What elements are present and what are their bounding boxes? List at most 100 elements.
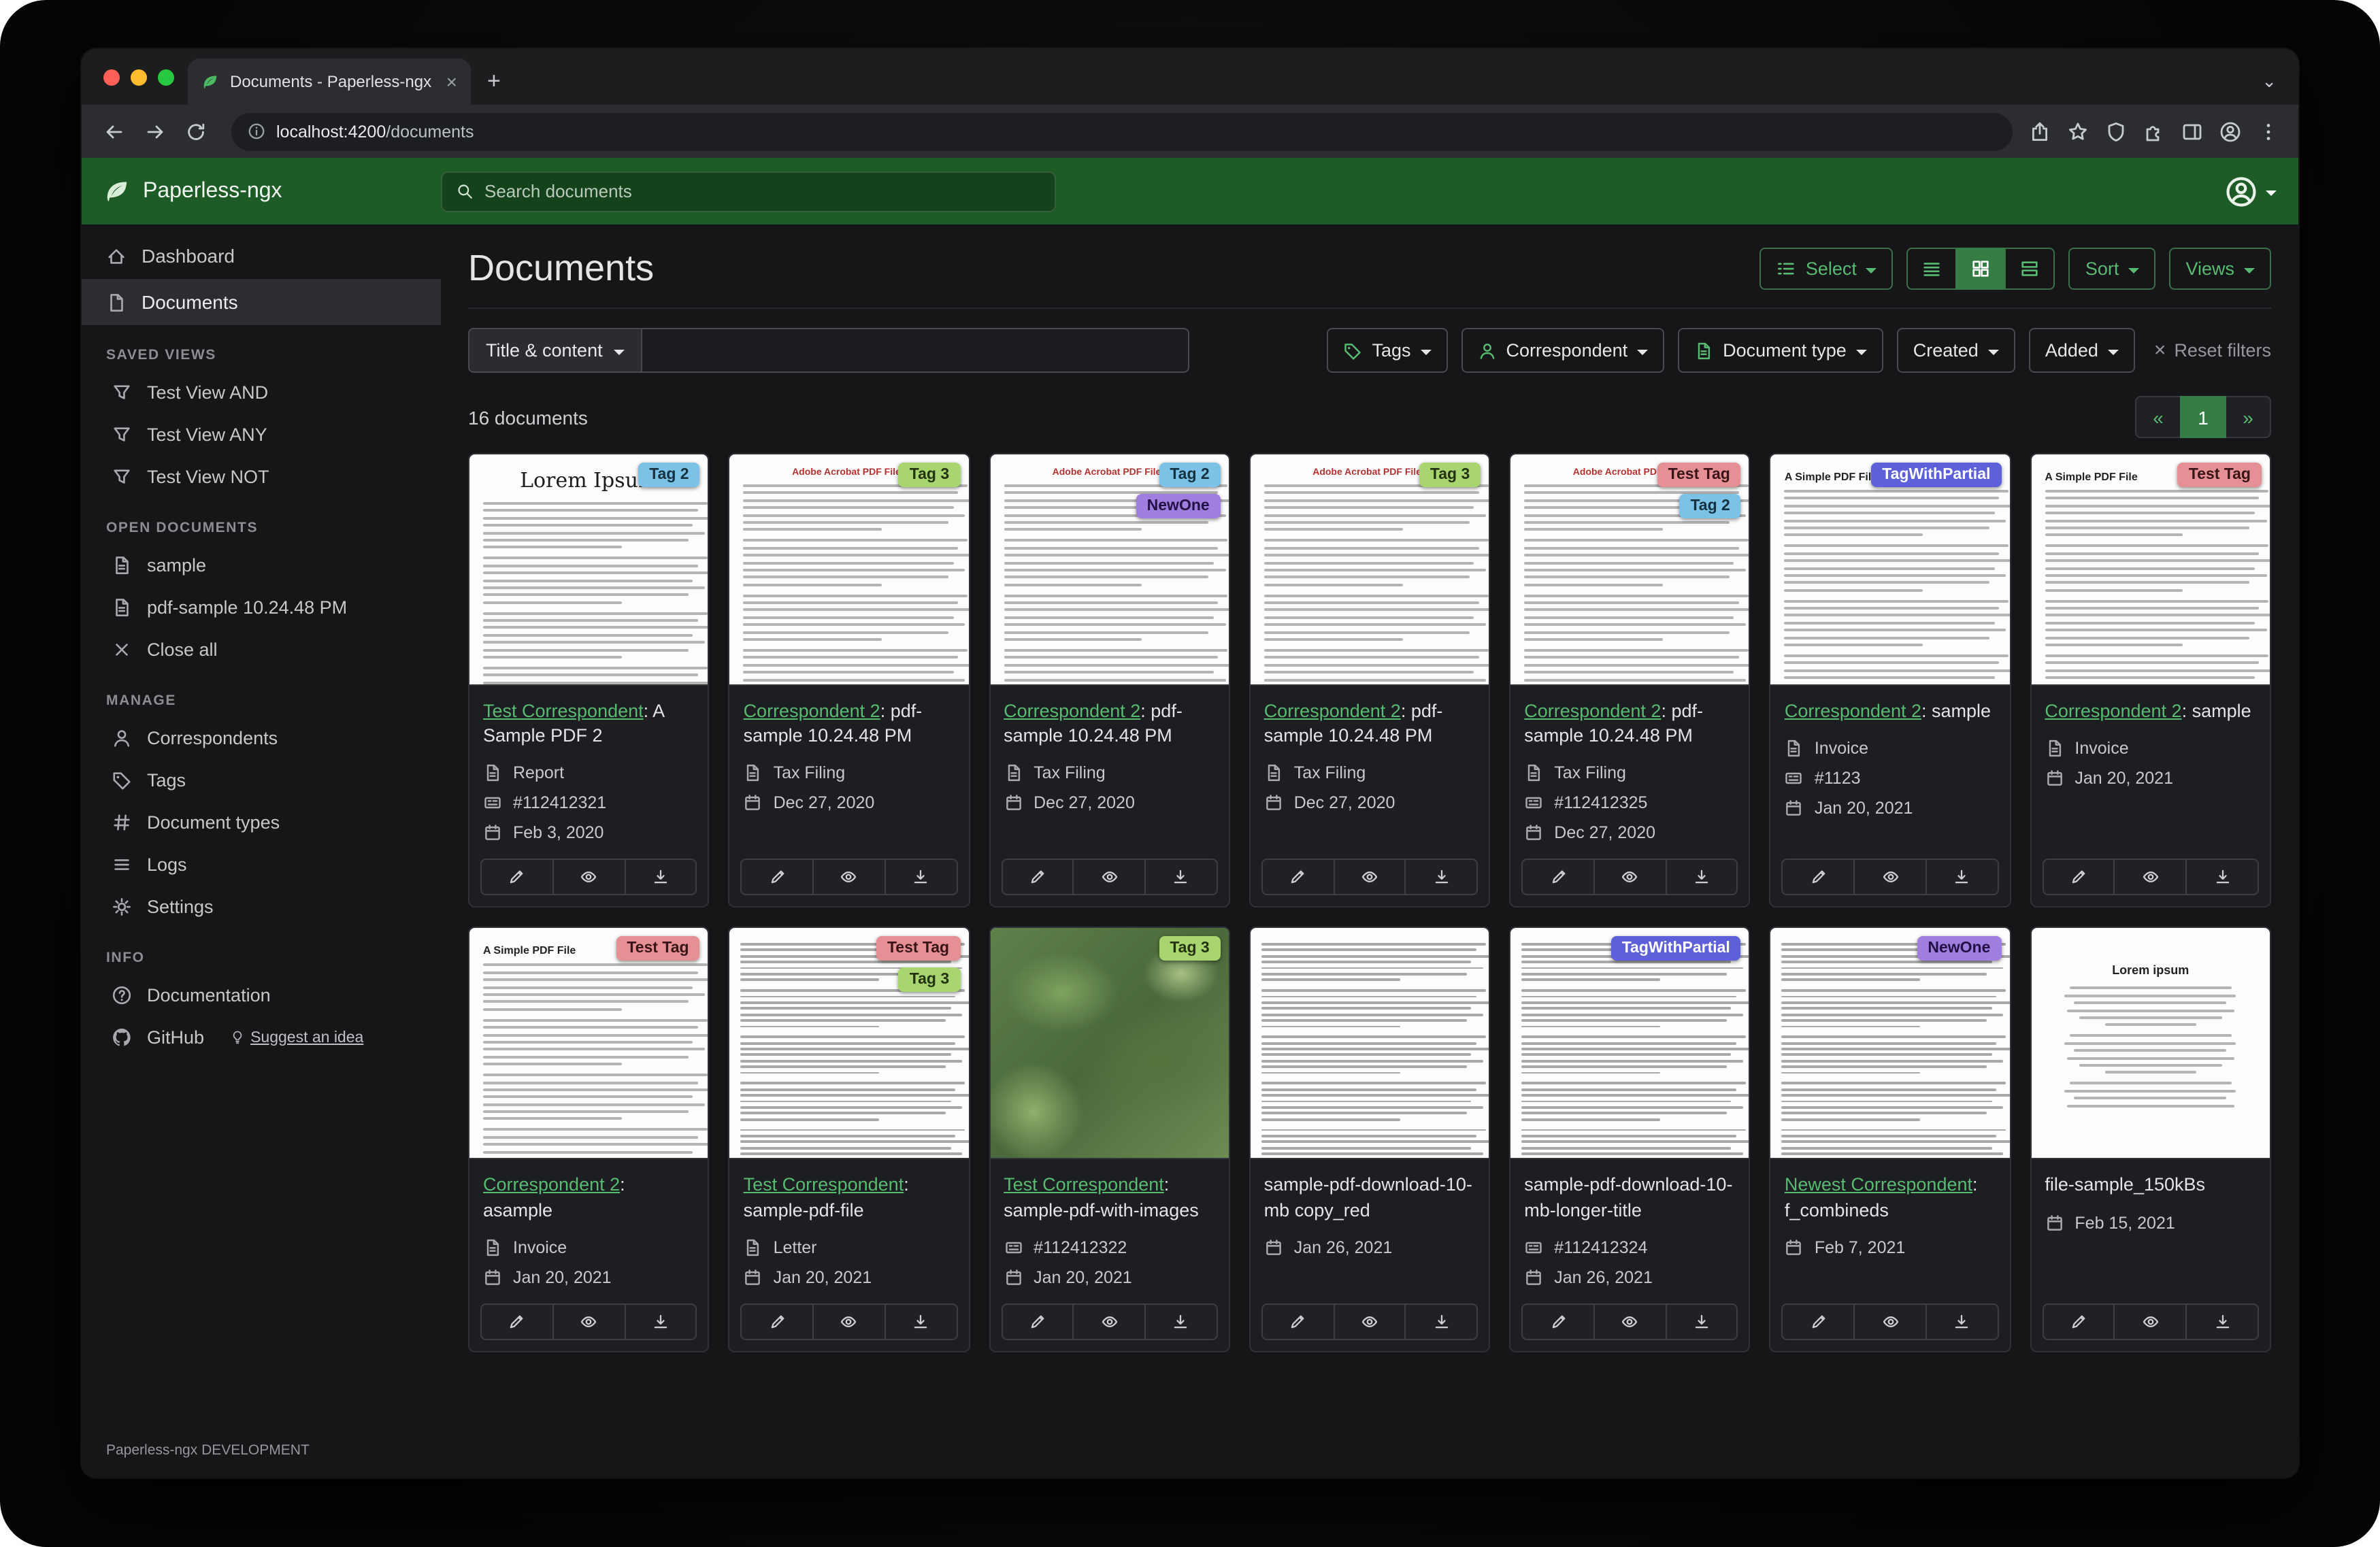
download-button[interactable]: [1665, 859, 1738, 896]
tag-badge[interactable]: Tag 2: [1679, 494, 1740, 518]
document-thumbnail[interactable]: Adobe Acrobat PDF FilesTest TagTag 2: [1510, 454, 1749, 686]
filter-document-type-button[interactable]: Document type: [1678, 328, 1883, 373]
download-button[interactable]: [624, 859, 697, 896]
document-title[interactable]: Correspondent 2: pdf-sample 10.24.48 PM: [1004, 699, 1215, 749]
reload-button[interactable]: [177, 112, 215, 150]
sidebar-item-documentation[interactable]: Documentation: [82, 974, 441, 1016]
document-title[interactable]: Newest Correspondent: f_combineds: [1785, 1174, 1996, 1223]
tag-badge[interactable]: NewOne: [1136, 494, 1221, 518]
edit-button[interactable]: [480, 1303, 554, 1340]
correspondent-link[interactable]: Correspondent 2: [2045, 701, 2181, 721]
preview-button[interactable]: [1333, 859, 1406, 896]
window-zoom-button[interactable]: [158, 69, 174, 85]
document-card[interactable]: Lorem ipsum file-sample_150kBs Feb 15, 2…: [2030, 927, 2271, 1352]
extensions-puzzle-icon[interactable]: [2143, 120, 2165, 142]
tag-badge[interactable]: Test Tag: [1657, 463, 1741, 487]
download-button[interactable]: [1144, 859, 1218, 896]
tag-badge[interactable]: NewOne: [1917, 937, 2001, 961]
browser-menu-dots-icon[interactable]: [2258, 120, 2279, 142]
document-thumbnail[interactable]: Tag 3: [990, 929, 1229, 1160]
edit-button[interactable]: [1521, 1303, 1595, 1340]
title-content-filter-input[interactable]: [642, 328, 1189, 373]
list-view-button[interactable]: [1907, 248, 1957, 290]
correspondent-link[interactable]: Correspondent 2: [1785, 701, 1921, 721]
sidebar-item-test-view-any[interactable]: Test View ANY: [82, 414, 441, 456]
download-button[interactable]: [885, 859, 958, 896]
preview-button[interactable]: [552, 859, 626, 896]
sidebar-item-dashboard[interactable]: Dashboard: [82, 233, 441, 279]
preview-button[interactable]: [1073, 1303, 1146, 1340]
tag-badge[interactable]: Tag 2: [1159, 463, 1220, 487]
reset-filters-button[interactable]: ×Reset filters: [2154, 340, 2271, 361]
preview-button[interactable]: [812, 1303, 886, 1340]
document-thumbnail[interactable]: Adobe Acrobat PDF FilesTag 3: [730, 454, 969, 686]
document-thumbnail[interactable]: Adobe Acrobat PDF FilesTag 3: [1251, 454, 1489, 686]
download-button[interactable]: [2185, 859, 2259, 896]
select-button[interactable]: Select: [1759, 248, 1894, 290]
document-title[interactable]: Test Correspondent: sample-pdf-with-imag…: [1004, 1174, 1215, 1223]
correspondent-link[interactable]: Test Correspondent: [1004, 1175, 1164, 1195]
document-title[interactable]: Correspondent 2: sample: [1785, 699, 1996, 724]
sidebar-item-github[interactable]: GitHubSuggest an idea: [82, 1016, 441, 1059]
preview-button[interactable]: [1333, 1303, 1406, 1340]
sort-button[interactable]: Sort: [2069, 248, 2156, 290]
tag-badge[interactable]: Tag 3: [899, 463, 960, 487]
site-info-icon[interactable]: [248, 122, 265, 140]
document-title[interactable]: Correspondent 2: pdf-sample 10.24.48 PM: [1264, 699, 1476, 749]
tag-badge[interactable]: TagWithPartial: [1611, 937, 1741, 961]
app-brand[interactable]: Paperless-ngx: [103, 178, 441, 205]
document-thumbnail[interactable]: Lorem ipsum: [2031, 929, 2270, 1160]
document-thumbnail[interactable]: A Simple PDF FileTagWithPartial: [1771, 454, 2010, 686]
sidebar-item-settings[interactable]: Settings: [82, 886, 441, 928]
preview-button[interactable]: [812, 859, 886, 896]
browser-profile-avatar[interactable]: [2219, 120, 2241, 142]
correspondent-link[interactable]: Correspondent 2: [1004, 701, 1140, 721]
filter-created-button[interactable]: Created: [1897, 328, 2015, 373]
document-thumbnail[interactable]: Adobe Acrobat PDF FilesTag 2NewOne: [990, 454, 1229, 686]
document-title[interactable]: Correspondent 2: asample: [483, 1174, 695, 1223]
tag-badge[interactable]: Tag 3: [1159, 937, 1220, 961]
document-title[interactable]: Correspondent 2: pdf-sample 10.24.48 PM: [1524, 699, 1736, 749]
document-card[interactable]: A Simple PDF FileTest Tag Correspondent …: [2030, 453, 2271, 908]
tag-badge[interactable]: TagWithPartial: [1871, 463, 2001, 487]
user-menu[interactable]: [2225, 175, 2277, 207]
correspondent-link[interactable]: Correspondent 2: [483, 1175, 620, 1195]
download-button[interactable]: [624, 1303, 697, 1340]
edit-button[interactable]: [1001, 1303, 1074, 1340]
download-button[interactable]: [1405, 859, 1478, 896]
side-panel-icon[interactable]: [2181, 120, 2203, 142]
download-button[interactable]: [1144, 1303, 1218, 1340]
sidebar-item-close-all[interactable]: Close all: [82, 629, 441, 671]
share-icon[interactable]: [2029, 120, 2051, 142]
sidebar-item-logs[interactable]: Logs: [82, 844, 441, 886]
edit-button[interactable]: [1782, 859, 1855, 896]
download-button[interactable]: [1926, 859, 1999, 896]
document-card[interactable]: Test TagTag 3 Test Correspondent: sample…: [729, 927, 970, 1352]
document-card[interactable]: Adobe Acrobat PDF FilesTest TagTag 2 Cor…: [1509, 453, 1751, 908]
edit-button[interactable]: [1261, 1303, 1335, 1340]
preview-button[interactable]: [1073, 859, 1146, 896]
tag-badge[interactable]: Tag 2: [638, 463, 699, 487]
document-card[interactable]: Lorem IpsumTag 2 Test Correspondent: A S…: [468, 453, 710, 908]
document-card[interactable]: Adobe Acrobat PDF FilesTag 2NewOne Corre…: [989, 453, 1230, 908]
filter-field-selector[interactable]: Title & content: [468, 328, 642, 373]
forward-button[interactable]: [136, 112, 174, 150]
window-minimize-button[interactable]: [131, 69, 147, 85]
download-button[interactable]: [1405, 1303, 1478, 1340]
preview-button[interactable]: [552, 1303, 626, 1340]
document-card[interactable]: TagWithPartial sample-pdf-download-10-mb…: [1509, 927, 1751, 1352]
prev-page-button[interactable]: «: [2135, 396, 2181, 438]
edit-button[interactable]: [480, 859, 554, 896]
correspondent-link[interactable]: Test Correspondent: [483, 701, 644, 721]
document-card[interactable]: Adobe Acrobat PDF FilesTag 3 Corresponde…: [729, 453, 970, 908]
edit-button[interactable]: [741, 1303, 814, 1340]
detail-view-button[interactable]: [2005, 248, 2055, 290]
document-thumbnail[interactable]: NewOne: [1771, 929, 2010, 1160]
document-title[interactable]: Correspondent 2: sample: [2045, 699, 2256, 724]
document-thumbnail[interactable]: TagWithPartial: [1510, 929, 1749, 1160]
browser-tab[interactable]: Documents - Paperless-ngx ×: [188, 59, 471, 105]
sidebar-item-document-types[interactable]: Document types: [82, 801, 441, 844]
edit-button[interactable]: [1521, 859, 1595, 896]
sidebar-item-tags[interactable]: Tags: [82, 759, 441, 801]
correspondent-link[interactable]: Newest Correspondent: [1785, 1175, 1972, 1195]
